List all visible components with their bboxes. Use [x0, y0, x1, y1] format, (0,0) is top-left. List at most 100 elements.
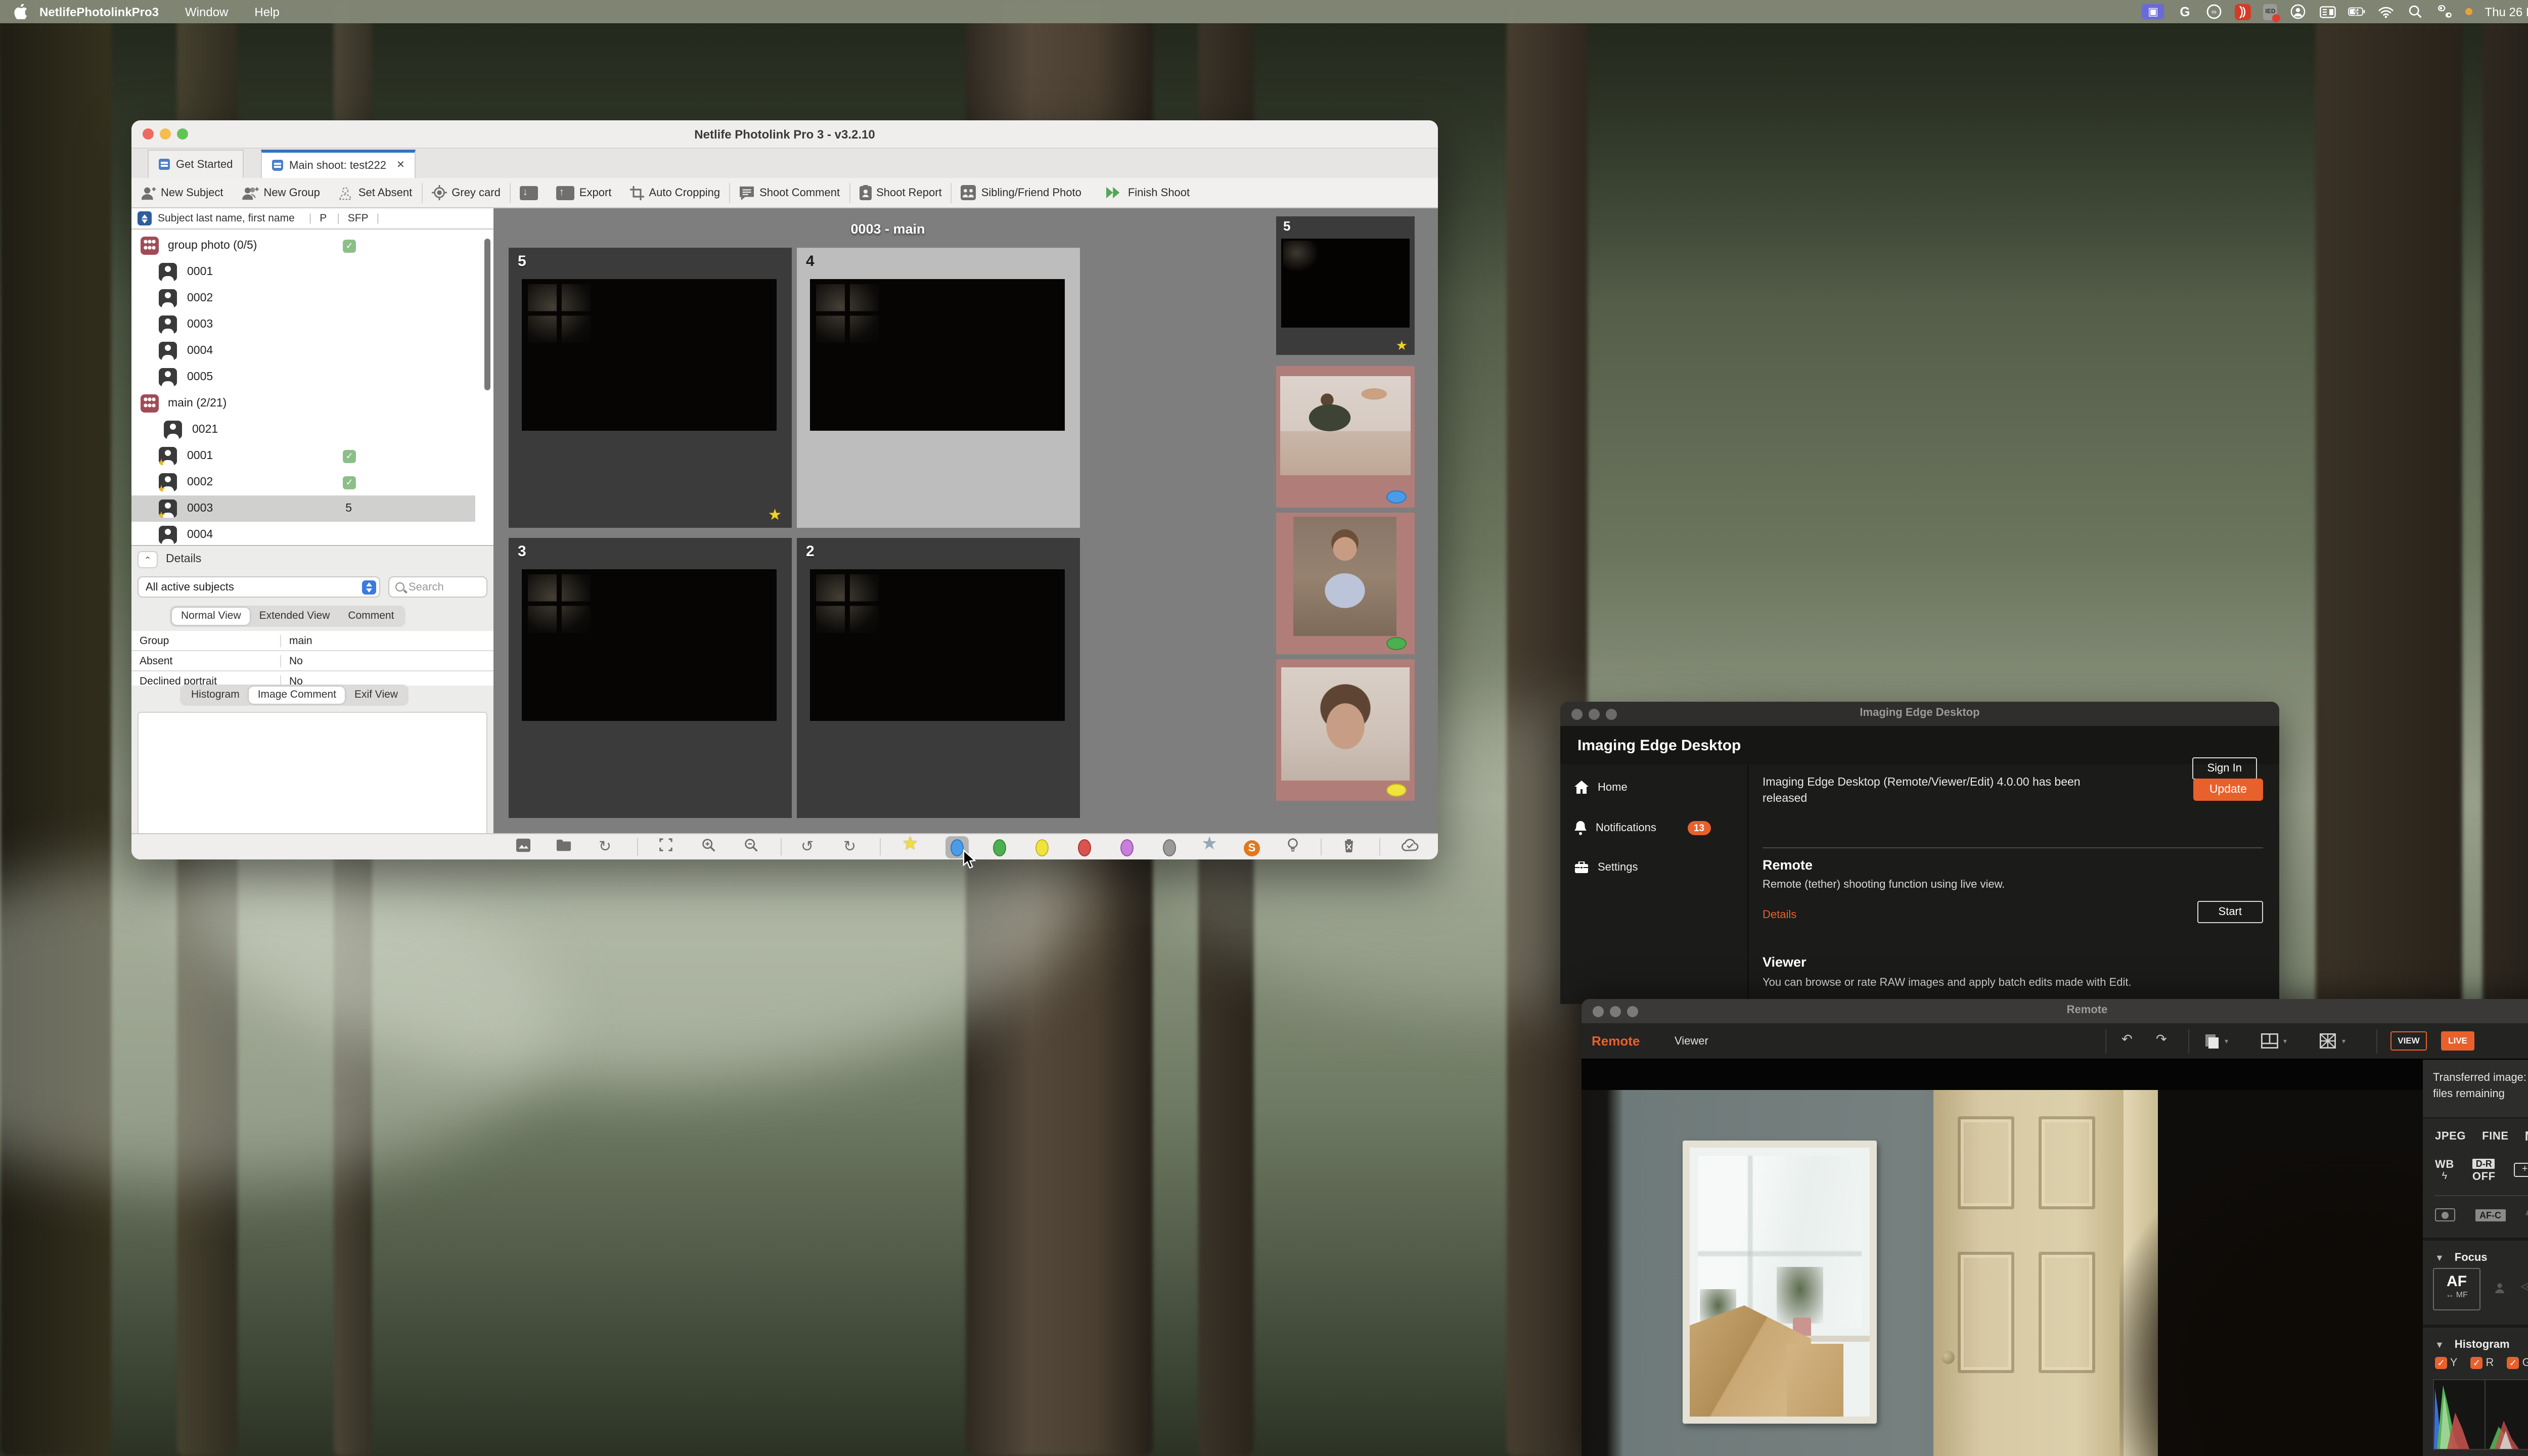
blue-rating-badge[interactable]	[1386, 490, 1407, 504]
dro-setting[interactable]: D-ROFF	[2472, 1157, 2496, 1183]
photo-cell-3[interactable]: 3	[509, 538, 792, 818]
photo-thumbnail[interactable]	[522, 569, 777, 721]
subject-row[interactable]: ★ 0002 ✓	[131, 469, 475, 495]
update-button[interactable]: Update	[2193, 779, 2263, 801]
nav-home[interactable]: Home	[1574, 781, 1628, 794]
slate-star-filter[interactable]: ★	[1201, 835, 1217, 852]
window-titlebar[interactable]: Remote	[1582, 999, 2528, 1023]
details-link[interactable]: Details	[1763, 909, 1796, 921]
rotate-right-icon[interactable]: ↷	[2156, 1031, 2167, 1048]
s-badge-filter[interactable]: S	[1244, 838, 1260, 856]
af-mf-toggle[interactable]: AF ↔ MF	[2433, 1268, 2480, 1310]
photo-thumbnail[interactable]	[522, 279, 777, 431]
apple-menu-icon[interactable]	[14, 4, 27, 19]
control-center-icon[interactable]	[2436, 4, 2454, 19]
subject-row[interactable]: 0002	[131, 285, 475, 311]
red-oval-filter[interactable]	[1078, 839, 1091, 856]
tab-comment[interactable]: Comment	[339, 608, 403, 625]
refresh-icon[interactable]: ↻	[599, 838, 611, 855]
subject-row[interactable]: 0005	[131, 364, 475, 390]
nav-notifications[interactable]: Notifications 13	[1574, 821, 1710, 835]
green-oval-filter[interactable]	[993, 839, 1006, 856]
spotlight-search-icon[interactable]	[2407, 4, 2424, 19]
fine-setting[interactable]: FINE	[2482, 1130, 2509, 1142]
shoot-comment-button[interactable]: Shoot Comment	[730, 178, 849, 207]
grey-card-button[interactable]: Grey card	[422, 178, 510, 207]
subject-filter-dropdown[interactable]: All active subjects	[138, 576, 380, 598]
gray-oval-filter[interactable]	[1163, 839, 1176, 856]
wb-flash-setting[interactable]: WBϟ	[2435, 1158, 2454, 1181]
subject-row[interactable]: ★ 0001 ✓	[131, 443, 475, 469]
history-thumb-green[interactable]	[1276, 513, 1415, 654]
creative-cloud-icon[interactable]: ∞	[2206, 4, 2223, 19]
menu-window[interactable]: Window	[185, 5, 228, 19]
photo-cell-4-selected[interactable]: 4	[797, 248, 1080, 528]
checkbox-checked[interactable]: ✓	[343, 239, 356, 252]
new-group-button[interactable]: New Group	[233, 178, 329, 207]
tab-image-comment[interactable]: Image Comment	[249, 687, 345, 704]
channel-r[interactable]: ✓ R	[2470, 1357, 2494, 1369]
iedt-app-icon[interactable]: IED	[2264, 4, 2278, 20]
purple-oval-filter[interactable]	[1120, 839, 1134, 856]
tab-remote[interactable]: Remote	[1592, 1033, 1640, 1049]
checkbox-checked[interactable]: ✓	[343, 449, 356, 463]
subject-row-selected[interactable]: ★ 0003 5	[131, 495, 475, 522]
channel-g[interactable]: ✓ G	[2507, 1357, 2528, 1369]
menu-clock[interactable]: Thu 26 Feb 15:33	[2485, 5, 2528, 19]
history-thumb-yellow[interactable]	[1276, 659, 1415, 801]
rotate-right-icon[interactable]: ↻	[843, 838, 856, 855]
photo-cell-2[interactable]: 2	[797, 538, 1080, 818]
start-button[interactable]: Start	[2197, 901, 2263, 923]
window-titlebar[interactable]: Imaging Edge Desktop	[1560, 702, 2279, 726]
rotate-left-icon[interactable]: ↺	[801, 838, 814, 855]
dropdown-arrow-icon[interactable]: ▾	[2342, 1037, 2345, 1045]
blue-oval-filter[interactable]	[951, 839, 964, 856]
live-button[interactable]: LIVE	[2441, 1031, 2474, 1051]
tab-extended-view[interactable]: Extended View	[250, 608, 339, 625]
af-mode-badge[interactable]: AF-C	[2475, 1209, 2505, 1221]
view-button[interactable]: VIEW	[2390, 1031, 2427, 1051]
tab-get-started[interactable]: Get Started	[148, 150, 244, 178]
tab-exif-view[interactable]: Exif View	[345, 687, 407, 704]
grid-view-icon[interactable]	[2320, 1033, 2336, 1052]
group-row[interactable]: group photo (0/5) ✓	[131, 233, 475, 259]
size-setting[interactable]: M	[2525, 1128, 2528, 1144]
list-scrollbar[interactable]	[484, 239, 490, 390]
fullscreen-icon[interactable]	[659, 838, 672, 855]
star-rating-icon[interactable]: ★	[1396, 338, 1408, 354]
history-thumb-blue[interactable]	[1276, 366, 1415, 508]
checkbox-checked[interactable]: ✓	[343, 476, 356, 489]
tab-viewer[interactable]: Viewer	[1675, 1035, 1708, 1048]
keyboard-switcher-icon[interactable]	[2319, 4, 2336, 19]
yellow-star-filter[interactable]: ★	[902, 835, 918, 852]
green-rating-badge[interactable]	[1386, 637, 1407, 650]
folder-icon[interactable]	[556, 838, 571, 855]
flash-icon[interactable]: ϟ	[2525, 1207, 2528, 1222]
subject-list-header[interactable]: Subject last name, first name | P | SFP …	[131, 208, 493, 230]
nav-settings[interactable]: Settings	[1574, 861, 1638, 874]
rotate-left-icon[interactable]: ↶	[2121, 1031, 2133, 1048]
yellow-rating-badge[interactable]	[1386, 784, 1407, 797]
details-header[interactable]: ⌃ Details	[131, 547, 493, 571]
search-input[interactable]: Search	[388, 576, 487, 598]
import-button[interactable]: ↓	[511, 178, 547, 207]
lightbulb-icon[interactable]	[1287, 838, 1298, 857]
wifi-icon[interactable]	[2378, 4, 2395, 19]
image-comment-panel[interactable]	[138, 712, 487, 841]
focus-near-buttons[interactable]: ≪ ≪ ‹	[2520, 1278, 2528, 1295]
sibling-friend-photo-button[interactable]: Sibling/Friend Photo	[952, 178, 1091, 207]
metering-mode-icon[interactable]	[2435, 1208, 2455, 1221]
tab-histogram[interactable]: Histogram	[182, 687, 249, 704]
star-rating-icon[interactable]: ★	[768, 506, 782, 524]
histogram-section-header[interactable]: ▼ Histogram	[2435, 1335, 2510, 1353]
tab-normal-view[interactable]: Normal View	[172, 608, 250, 625]
auto-cropping-button[interactable]: Auto Cropping	[620, 178, 729, 207]
menu-help[interactable]: Help	[254, 5, 279, 19]
collapse-icon[interactable]: ⌃	[138, 551, 158, 568]
menu-app-name[interactable]: NetlifePhotolinkPro3	[39, 5, 159, 19]
photo-thumbnail[interactable]	[810, 279, 1065, 431]
focus-area-icon[interactable]	[2514, 1163, 2528, 1177]
display-mode-icon[interactable]	[2204, 1033, 2221, 1053]
subject-row[interactable]: 0004	[131, 522, 475, 548]
finish-shoot-button[interactable]: Finish Shoot	[1097, 178, 1199, 207]
